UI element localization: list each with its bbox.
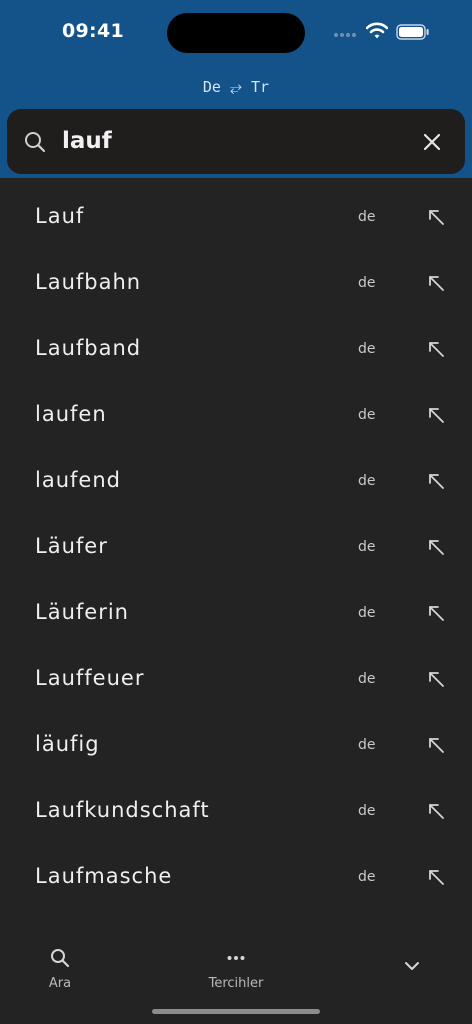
result-word: Laufbahn <box>35 270 142 294</box>
collapse-button[interactable] <box>402 958 422 978</box>
tab-preferences-label: Tercihler <box>208 976 264 991</box>
arrow-up-left-icon[interactable] <box>427 208 445 226</box>
search-icon <box>51 949 70 968</box>
result-word: Laufband <box>35 336 142 360</box>
tab-search[interactable]: Ara <box>36 948 84 991</box>
result-row[interactable]: Laufmasche de <box>0 844 472 910</box>
tab-preferences[interactable]: Tercihler <box>196 948 276 991</box>
result-word: Läuferin <box>35 600 129 624</box>
result-language-tag: de <box>358 605 376 621</box>
result-row[interactable]: Laufkundschaft de <box>0 778 472 844</box>
result-word: Lauf <box>35 204 85 228</box>
result-language-tag: de <box>358 209 376 225</box>
arrow-up-left-icon[interactable] <box>427 406 445 424</box>
result-row[interactable]: Lauf de <box>0 184 472 250</box>
status-bar: 09:41 <box>0 0 472 64</box>
status-time: 09:41 <box>62 20 124 42</box>
result-language-tag: de <box>358 803 376 819</box>
more-dots-icon <box>227 956 245 960</box>
arrow-up-left-icon[interactable] <box>427 340 445 358</box>
result-word: läufig <box>35 732 100 756</box>
result-language-tag: de <box>358 341 376 357</box>
result-row[interactable]: Läuferin de <box>0 580 472 646</box>
result-word: Läufer <box>35 534 108 558</box>
header: 09:41 De ⥂ Tr <box>0 0 472 178</box>
result-row[interactable]: Laufbahn de <box>0 250 472 316</box>
chevron-down-icon <box>405 962 419 970</box>
result-word: laufen <box>35 402 107 426</box>
result-row[interactable]: läufig de <box>0 712 472 778</box>
arrow-up-left-icon[interactable] <box>427 802 445 820</box>
language-pair-toggle[interactable]: De ⥂ Tr <box>0 78 472 96</box>
result-language-tag: de <box>358 671 376 687</box>
search-icon <box>25 132 46 153</box>
result-language-tag: de <box>358 275 376 291</box>
tab-search-label: Ara <box>48 976 72 991</box>
result-word: Laufkundschaft <box>35 798 210 822</box>
result-language-tag: de <box>358 407 376 423</box>
arrow-up-left-icon[interactable] <box>427 868 445 886</box>
result-word: Laufmasche <box>35 864 173 888</box>
result-word: laufend <box>35 468 121 492</box>
result-row[interactable]: laufend de <box>0 448 472 514</box>
home-indicator <box>152 1009 320 1014</box>
result-language-tag: de <box>358 539 376 555</box>
result-language-tag: de <box>358 869 376 885</box>
arrow-up-left-icon[interactable] <box>427 670 445 688</box>
result-row[interactable]: laufen de <box>0 382 472 448</box>
arrow-up-left-icon[interactable] <box>427 274 445 292</box>
result-row[interactable]: Laufband de <box>0 316 472 382</box>
result-row[interactable]: Läufer de <box>0 514 472 580</box>
result-language-tag: de <box>358 737 376 753</box>
arrow-up-left-icon[interactable] <box>427 538 445 556</box>
cellular-signal-icon <box>334 30 360 38</box>
search-input[interactable] <box>59 123 402 159</box>
arrow-up-left-icon[interactable] <box>427 736 445 754</box>
dynamic-island <box>167 13 305 53</box>
wifi-icon <box>366 22 388 39</box>
result-row[interactable]: Lauffeuer de <box>0 646 472 712</box>
result-language-tag: de <box>358 473 376 489</box>
close-icon[interactable] <box>419 129 445 155</box>
result-word: Lauffeuer <box>35 666 145 690</box>
arrow-up-left-icon[interactable] <box>427 472 445 490</box>
battery-icon <box>396 24 429 40</box>
results-list: Lauf de Laufbahn de Laufband de laufen de laufen… <box>0 184 472 936</box>
search-bar <box>7 109 465 174</box>
arrow-up-left-icon[interactable] <box>427 604 445 622</box>
